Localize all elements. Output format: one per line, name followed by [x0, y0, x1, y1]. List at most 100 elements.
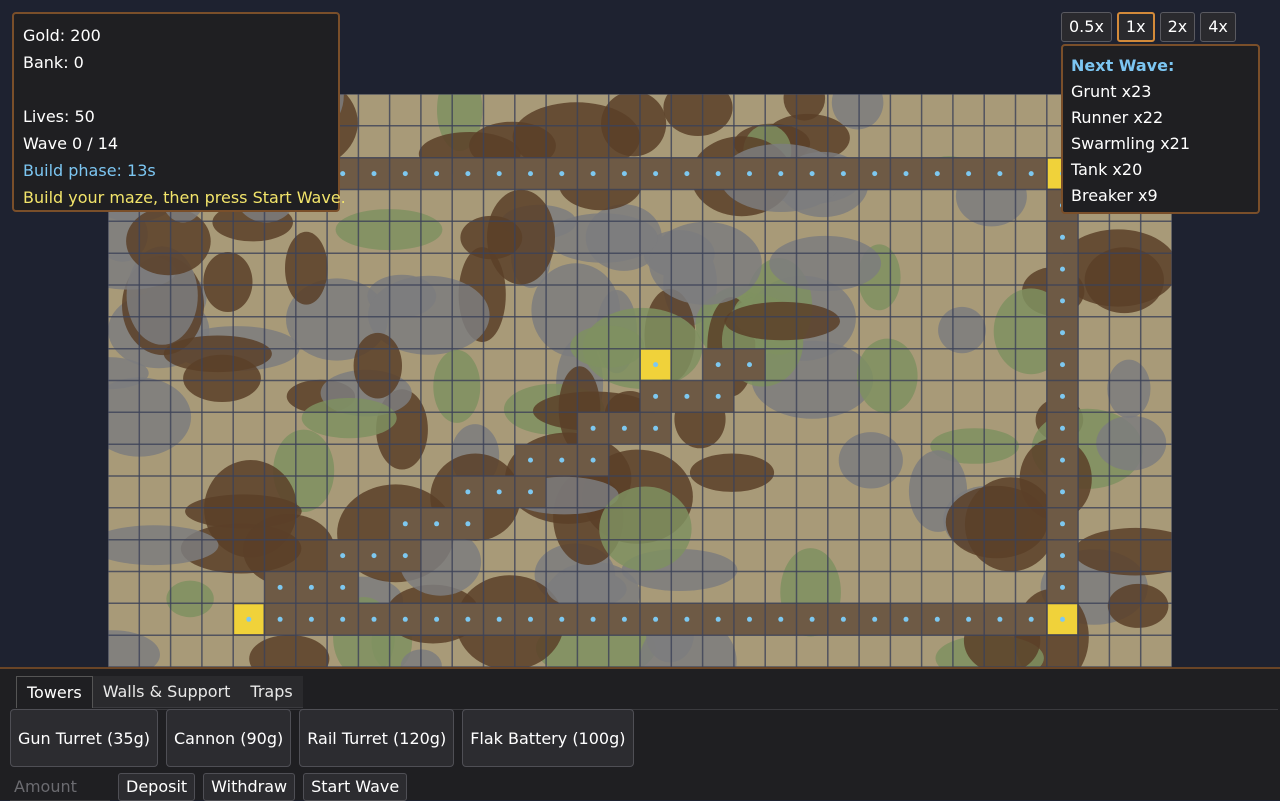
- path-dot: [340, 171, 346, 177]
- flak-battery-button[interactable]: Flak Battery (100g): [462, 709, 634, 767]
- path-dot: [340, 616, 346, 622]
- path-dot: [1060, 362, 1065, 368]
- cannon-button[interactable]: Cannon (90g): [165, 709, 292, 767]
- amount-input[interactable]: [10, 773, 110, 801]
- path-dot: [1060, 425, 1065, 431]
- path-dot: [997, 616, 1003, 622]
- tab-towers[interactable]: Towers: [16, 676, 93, 708]
- path-dot: [809, 616, 815, 622]
- terrain-blob: [1107, 583, 1169, 628]
- path-dot: [715, 171, 721, 177]
- path-dot: [1060, 234, 1065, 240]
- terrain-blob: [857, 338, 918, 414]
- speed-button-0-5x[interactable]: 0.5x: [1061, 12, 1112, 42]
- path-dot: [402, 616, 408, 622]
- path-dot: [371, 171, 377, 177]
- path-dot: [496, 616, 502, 622]
- path-dot: [997, 171, 1003, 177]
- path-dot: [402, 521, 408, 527]
- path-dot: [966, 171, 972, 177]
- path-dot: [308, 616, 314, 622]
- path-dot: [653, 362, 659, 368]
- path-dot: [621, 616, 627, 622]
- terrain-blob: [285, 231, 328, 305]
- path-dot: [903, 616, 909, 622]
- path-dot: [1060, 489, 1065, 495]
- category-tabs: Towers Walls & Support Traps: [16, 676, 303, 708]
- path-dot: [528, 171, 533, 177]
- build-panel: Towers Walls & Support Traps Gun Turret …: [0, 667, 1280, 801]
- path-dot: [1060, 393, 1065, 399]
- terrain-blob: [166, 580, 214, 618]
- start-wave-button[interactable]: Start Wave: [303, 773, 408, 801]
- terrain-blob: [1107, 359, 1151, 418]
- path-dot: [778, 616, 784, 622]
- path-dot: [621, 425, 627, 431]
- tab-traps[interactable]: Traps: [240, 676, 303, 708]
- speed-button-2x[interactable]: 2x: [1159, 12, 1196, 42]
- path-dot: [653, 393, 659, 399]
- path-dot: [934, 171, 940, 177]
- path-dot: [778, 171, 784, 177]
- path-dot: [872, 171, 878, 177]
- terrain-blob: [203, 252, 253, 312]
- tab-walls-support[interactable]: Walls & Support: [92, 676, 241, 708]
- path-dot: [747, 362, 752, 368]
- path-dot: [747, 171, 752, 177]
- path-dot: [966, 616, 972, 622]
- path-dot: [590, 616, 596, 622]
- next-wave-title: Next Wave:: [1071, 56, 1175, 75]
- path-dot: [528, 616, 533, 622]
- path-dot: [1060, 298, 1065, 304]
- gun-turret-button[interactable]: Gun Turret (35g): [10, 709, 158, 767]
- path-dot: [1028, 616, 1034, 622]
- path-dot: [1060, 266, 1065, 272]
- terrain-blob: [353, 332, 402, 399]
- path-dot: [496, 489, 502, 495]
- speed-button-1x[interactable]: 1x: [1116, 12, 1155, 42]
- terrain-blob: [838, 432, 903, 489]
- withdraw-button[interactable]: Withdraw: [203, 773, 296, 801]
- terrain-blob: [938, 306, 986, 354]
- path-dot: [277, 584, 283, 590]
- path-dot: [496, 171, 502, 177]
- path-dot: [747, 616, 752, 622]
- next-wave-panel: Next Wave: Grunt x23 Runner x22 Swarmlin…: [1061, 44, 1260, 214]
- path-dot: [434, 616, 440, 622]
- terrain-blob: [599, 486, 692, 571]
- terrain-blob: [301, 398, 397, 439]
- terrain-blob: [945, 485, 1048, 559]
- path-dot: [715, 616, 721, 622]
- path-dot: [308, 584, 314, 590]
- path-dot: [684, 171, 690, 177]
- speed-controls: 0.5x 1x 2x 4x: [1061, 12, 1236, 42]
- terrain-blob: [163, 335, 272, 373]
- path-dot: [465, 489, 471, 495]
- path-dot: [590, 425, 596, 431]
- path-dot: [371, 616, 377, 622]
- hint-text: Build your maze, then press Start Wave.: [23, 188, 346, 207]
- path-dot: [934, 616, 940, 622]
- terrain-blob: [1096, 415, 1167, 471]
- speed-button-4x[interactable]: 4x: [1200, 12, 1236, 42]
- path-dot: [434, 171, 440, 177]
- enemy-entry: Runner x22: [1071, 108, 1164, 127]
- terrain-blob: [546, 570, 627, 608]
- path-dot: [1060, 553, 1065, 559]
- enemy-entry: Grunt x23: [1071, 82, 1152, 101]
- path-dot: [465, 521, 471, 527]
- path-dot: [684, 393, 690, 399]
- path-dot: [1060, 330, 1065, 336]
- path-dot: [559, 616, 565, 622]
- path-dot: [715, 362, 721, 368]
- terrain-blob: [724, 301, 840, 341]
- deposit-button[interactable]: Deposit: [118, 773, 196, 801]
- path-dot: [1028, 171, 1034, 177]
- terrain-blob: [570, 325, 645, 368]
- path-dot: [840, 171, 846, 177]
- rail-turret-button[interactable]: Rail Turret (120g): [299, 709, 455, 767]
- path-dot: [840, 616, 846, 622]
- lives-readout: Lives: 50: [23, 107, 95, 126]
- path-dot: [872, 616, 878, 622]
- path-dot: [465, 616, 471, 622]
